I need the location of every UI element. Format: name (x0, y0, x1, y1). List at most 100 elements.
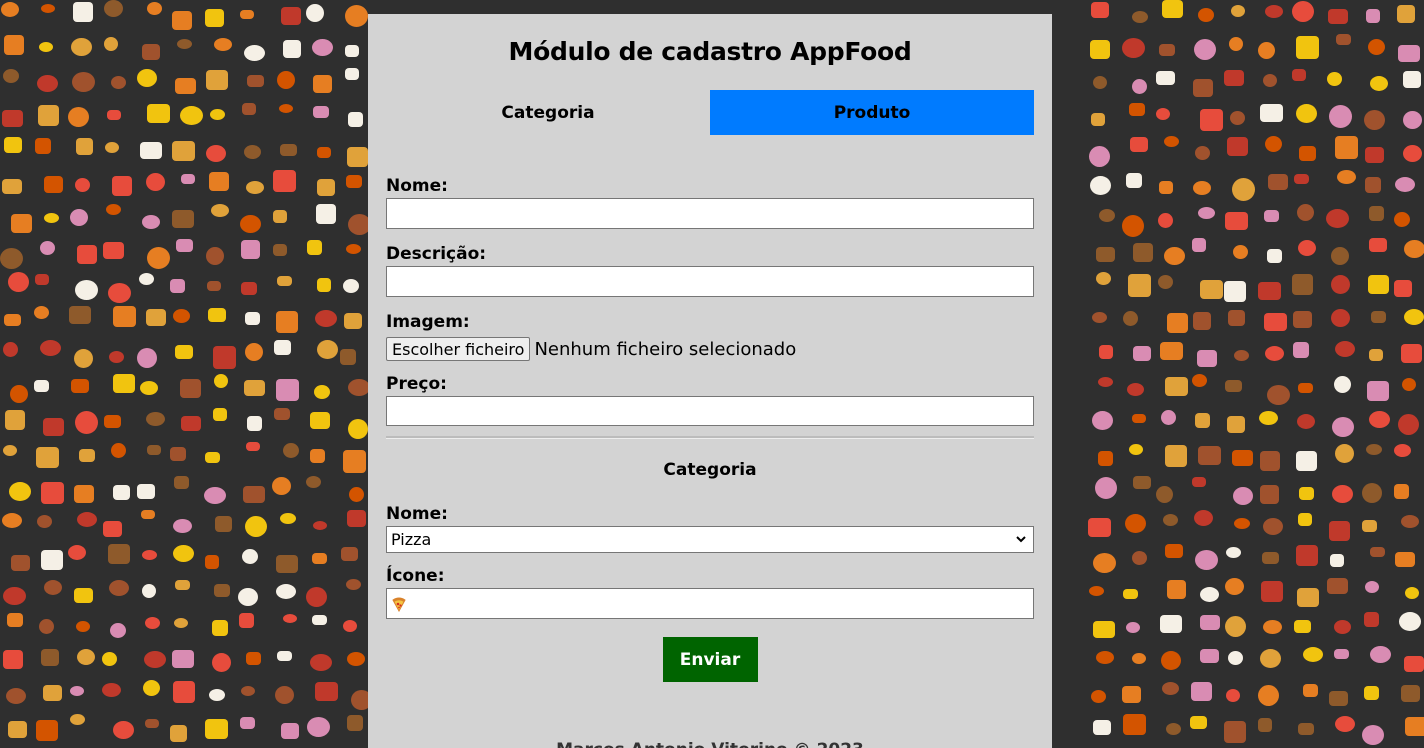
choose-file-button[interactable]: Escolher ficheiro (386, 337, 531, 361)
food-sticker (242, 103, 256, 115)
food-sticker (1404, 309, 1424, 325)
food-sticker (77, 649, 95, 665)
food-sticker (1335, 444, 1354, 463)
food-sticker (1133, 243, 1153, 262)
food-sticker (39, 42, 53, 52)
nome-label: Nome: (386, 176, 448, 196)
food-sticker (1129, 444, 1143, 455)
food-sticker (1265, 136, 1282, 152)
food-sticker (346, 579, 361, 590)
food-sticker (72, 72, 95, 92)
descricao-input[interactable] (386, 266, 1034, 297)
food-sticker (137, 69, 157, 87)
food-sticker (1123, 311, 1138, 326)
food-sticker (273, 210, 287, 223)
food-sticker (245, 312, 260, 325)
preco-input[interactable] (386, 396, 1034, 426)
categoria-section-title: Categoria (663, 460, 757, 480)
food-sticker (139, 273, 154, 285)
food-sticker (1225, 212, 1248, 230)
food-sticker (1263, 620, 1282, 634)
food-sticker (113, 721, 134, 739)
food-sticker (1198, 446, 1221, 465)
categoria-nome-field: Nome: Pizza (386, 503, 1034, 553)
food-sticker (1156, 108, 1170, 120)
icone-field: Ícone: (386, 565, 1034, 619)
food-sticker (1297, 588, 1319, 607)
page-title: Módulo de cadastro AppFood (508, 37, 912, 66)
food-sticker (1133, 346, 1151, 361)
food-sticker (1404, 656, 1424, 672)
food-sticker (276, 555, 298, 573)
food-sticker (274, 340, 291, 355)
food-sticker (3, 342, 18, 357)
food-sticker (1303, 684, 1318, 697)
food-sticker (1326, 209, 1349, 228)
food-sticker (214, 374, 228, 388)
food-sticker (73, 2, 93, 22)
food-sticker (109, 351, 124, 363)
food-sticker (113, 306, 136, 327)
food-sticker (1371, 311, 1386, 323)
food-sticker (1296, 36, 1319, 59)
food-sticker (7, 613, 23, 627)
nome-input[interactable] (386, 198, 1034, 229)
food-sticker (137, 348, 157, 368)
food-sticker (1334, 649, 1349, 659)
food-sticker (1089, 586, 1104, 596)
food-sticker (241, 240, 260, 259)
food-sticker (110, 623, 126, 638)
food-sticker (1164, 136, 1179, 147)
food-sticker (1200, 280, 1223, 299)
food-sticker (283, 614, 297, 623)
food-sticker (113, 374, 135, 393)
food-sticker (76, 138, 93, 155)
tab-categoria[interactable]: Categoria (386, 90, 710, 135)
food-sticker (74, 349, 93, 368)
food-sticker (317, 340, 338, 359)
food-sticker (1401, 515, 1419, 528)
food-sticker (2, 179, 22, 194)
cadastro-panel: Módulo de cadastro AppFood Categoria Pro… (368, 14, 1052, 748)
food-sticker (142, 44, 160, 60)
food-sticker (5, 410, 25, 430)
food-sticker (347, 147, 368, 167)
icone-input[interactable] (386, 588, 1034, 619)
food-sticker (1224, 281, 1246, 302)
food-sticker (346, 244, 361, 254)
food-sticker (1167, 313, 1188, 333)
food-sticker (1098, 451, 1113, 466)
food-sticker (74, 588, 93, 603)
food-sticker (210, 109, 225, 120)
food-sticker (43, 418, 64, 436)
food-sticker (71, 38, 92, 56)
food-sticker (1368, 275, 1389, 294)
food-sticker (146, 412, 165, 426)
food-sticker (349, 487, 364, 502)
categoria-select[interactable]: Pizza (386, 526, 1034, 553)
food-sticker (273, 170, 296, 192)
food-sticker (347, 510, 366, 527)
food-sticker (1225, 578, 1244, 595)
food-sticker (1132, 551, 1147, 565)
food-sticker (1091, 690, 1106, 703)
food-sticker (1365, 177, 1381, 193)
food-sticker (1128, 274, 1151, 297)
food-sticker (176, 239, 193, 252)
food-sticker (1229, 37, 1243, 51)
food-sticker (35, 274, 49, 285)
food-sticker (180, 379, 201, 398)
food-sticker (1228, 310, 1245, 326)
food-sticker (147, 445, 161, 455)
food-sticker (1122, 215, 1144, 237)
food-sticker (1296, 545, 1318, 566)
enviar-button[interactable]: Enviar (662, 637, 758, 682)
food-sticker (1293, 342, 1309, 358)
tab-produto[interactable]: Produto (710, 90, 1034, 135)
food-sticker (1095, 477, 1117, 499)
food-sticker (1402, 378, 1416, 391)
food-sticker (1193, 79, 1213, 97)
food-sticker (6, 688, 26, 704)
food-sticker (172, 141, 195, 161)
food-sticker (1096, 651, 1114, 664)
